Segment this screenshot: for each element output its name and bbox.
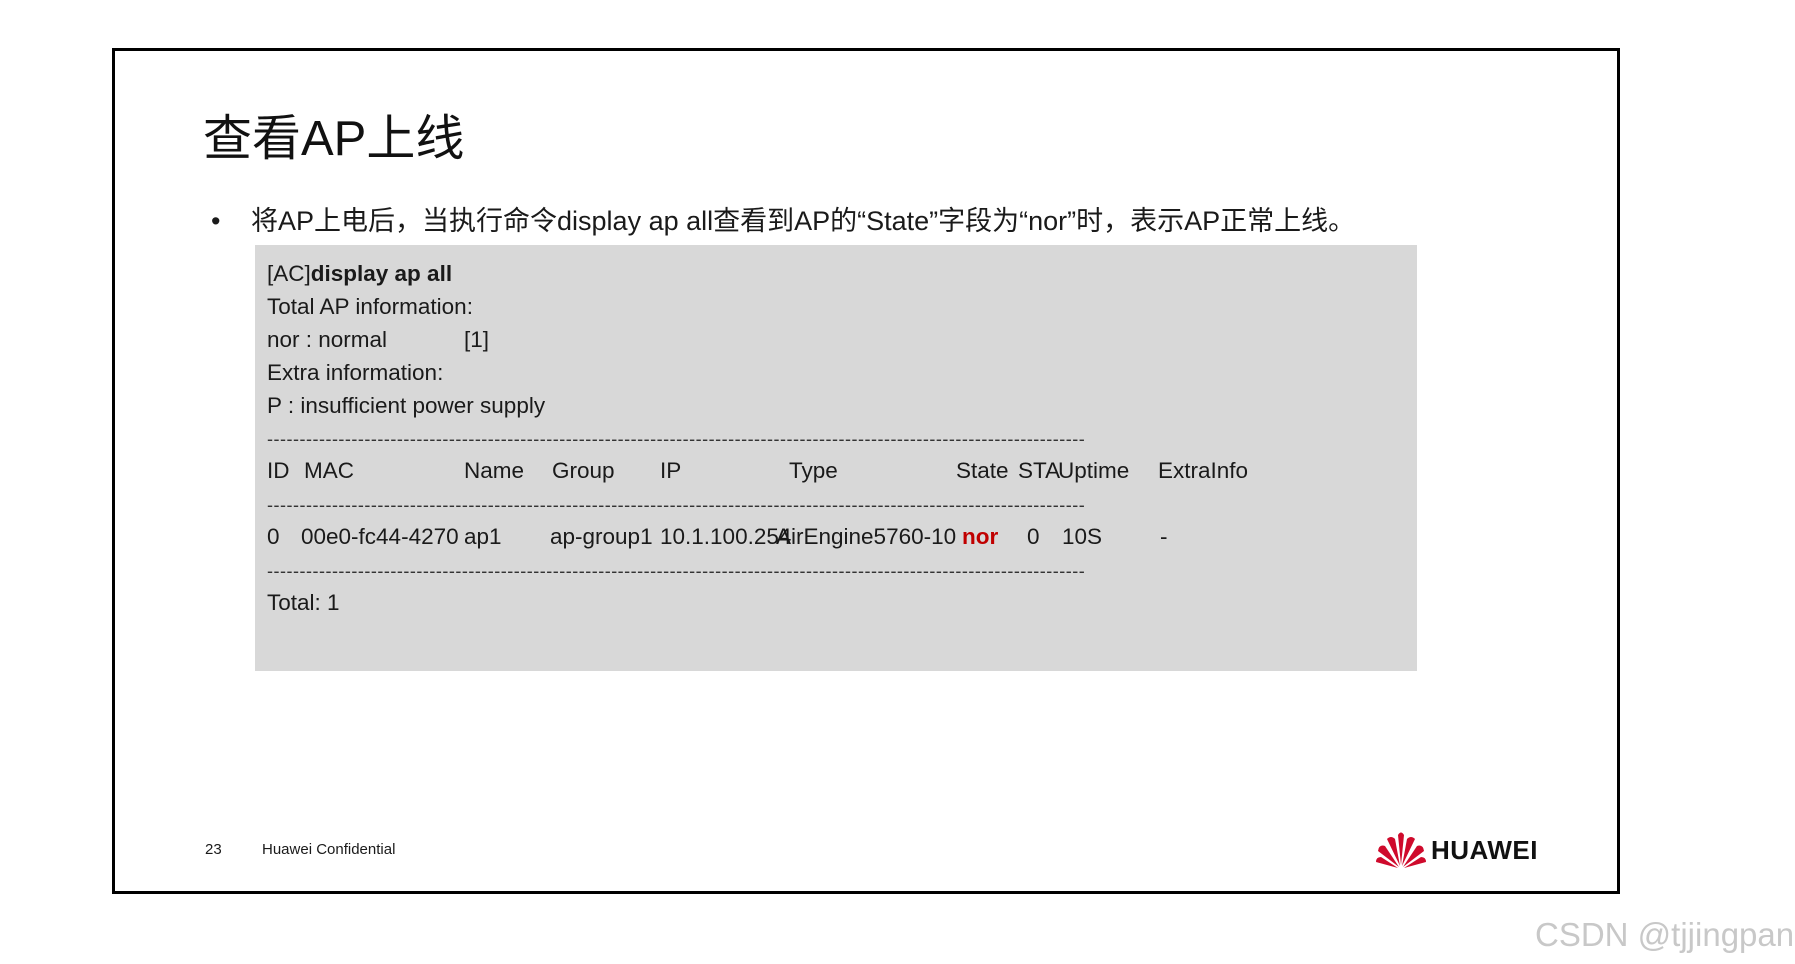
separator-3: ----------------------------------------… xyxy=(267,561,1086,581)
legend-nor-line: nor : normal [1] xyxy=(267,327,489,357)
command-line: [AC]display ap all xyxy=(267,261,452,291)
cell-state: nor xyxy=(962,524,999,549)
bullet-icon: • xyxy=(211,206,221,236)
total-line: Total: 1 xyxy=(267,590,340,615)
page-title: 查看AP上线 xyxy=(203,112,465,166)
total-info-line: Total AP information: xyxy=(267,294,473,319)
page-number: 23 xyxy=(205,841,222,858)
bullet-text: 将AP上电后，当执行命令display ap all查看到AP的“State”字… xyxy=(251,206,1356,236)
cli-prompt: [AC] xyxy=(267,261,311,286)
cell-extrainfo: - xyxy=(1160,524,1168,549)
cell-group: ap-group1 xyxy=(550,524,653,549)
huawei-logo-icon xyxy=(1376,832,1426,868)
cell-ip: 10.1.100.254 xyxy=(660,524,792,549)
header-state: State xyxy=(956,458,1009,483)
cell-sta: 0 xyxy=(1027,524,1040,549)
header-mac: MAC xyxy=(304,458,354,483)
code-block: [AC]display ap all Total AP information:… xyxy=(255,245,1417,671)
cli-command: display ap all xyxy=(310,261,453,286)
header-sta: STA xyxy=(1018,458,1061,483)
cell-uptime: 10S xyxy=(1062,524,1103,549)
table-row: 0 00e0-fc44-4270 ap1 ap-group1 10.1.100.… xyxy=(267,524,1397,554)
separator-1: ----------------------------------------… xyxy=(267,429,1086,449)
legend-nor-count: [1] xyxy=(464,327,490,352)
table-header: ID MAC Name Group IP Type State STA Upti… xyxy=(267,458,1397,488)
cell-name: ap1 xyxy=(464,524,502,549)
cell-id: 0 xyxy=(267,524,280,549)
slide: 查看AP上线 • 将AP上电后，当执行命令display ap all查看到AP的… xyxy=(112,48,1620,894)
watermark: CSDN @tjjingpan xyxy=(1535,916,1795,953)
header-extrainfo: ExtraInfo xyxy=(1158,458,1249,483)
header-id: ID xyxy=(267,458,290,483)
header-ip: IP xyxy=(660,458,682,483)
legend-nor-key: nor : normal xyxy=(267,327,388,352)
header-group: Group xyxy=(552,458,615,483)
separator-2: ----------------------------------------… xyxy=(267,495,1086,515)
cell-mac: 00e0-fc44-4270 xyxy=(301,524,459,549)
bullet-item: • 将AP上电后，当执行命令display ap all查看到AP的“State”… xyxy=(211,199,1355,238)
header-name: Name xyxy=(464,458,525,483)
legend-p-line: P : insufficient power supply xyxy=(267,393,546,418)
confidential-label: Huawei Confidential xyxy=(262,841,396,858)
extra-info-line: Extra information: xyxy=(267,360,444,385)
header-type: Type xyxy=(789,458,838,483)
brand-wordmark: HUAWEI xyxy=(1431,835,1538,865)
header-uptime: Uptime xyxy=(1058,458,1130,483)
cell-type: AirEngine5760-10 xyxy=(776,524,957,549)
